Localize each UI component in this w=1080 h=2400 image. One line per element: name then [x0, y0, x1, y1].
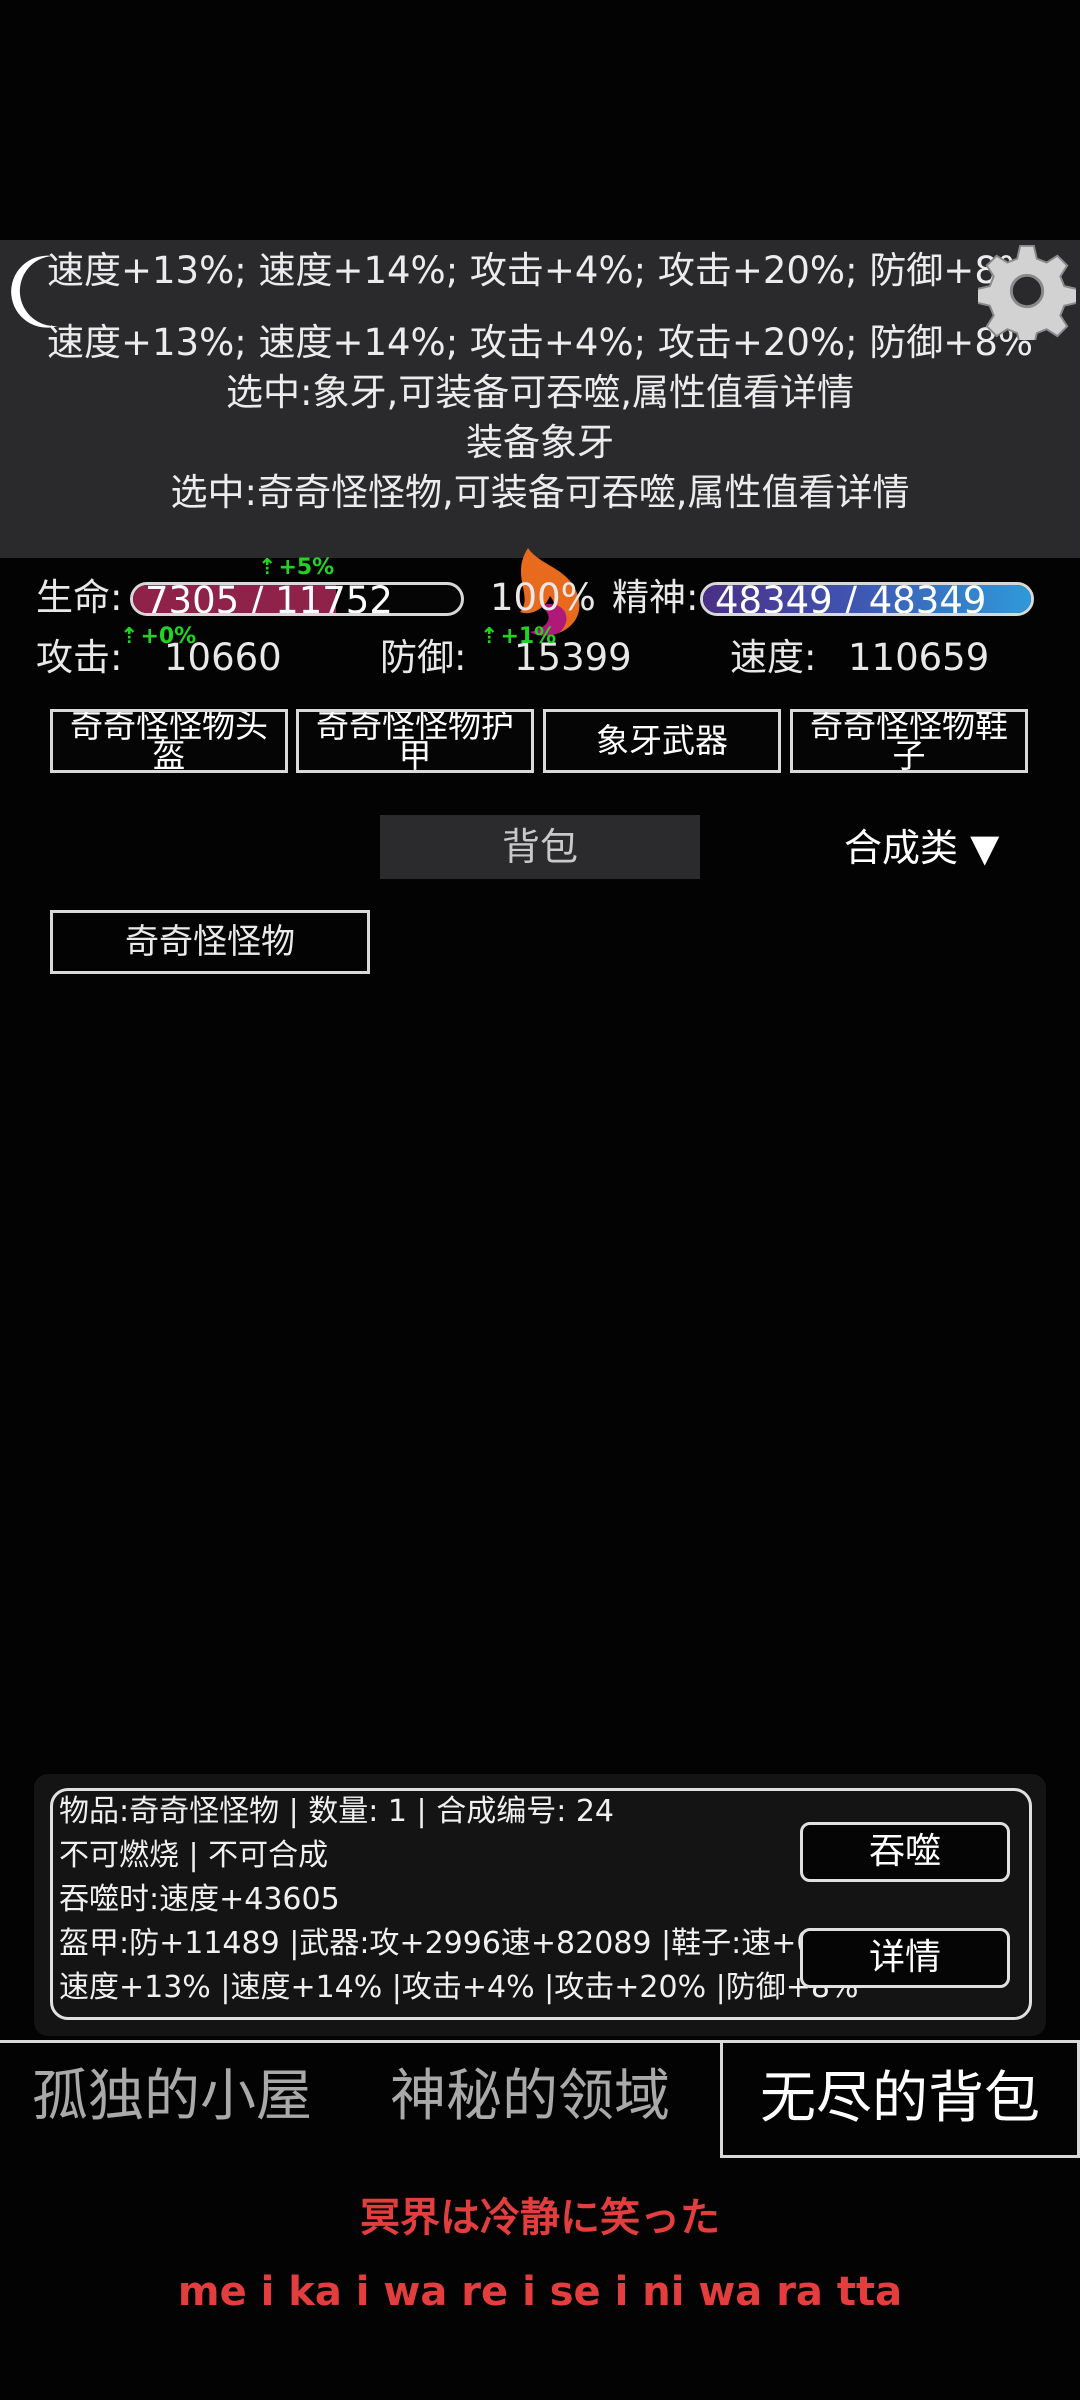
details-button[interactable]: 详情 [800, 1928, 1010, 1988]
log-line: 装备象牙 [466, 421, 614, 464]
def-label: 防御: [380, 636, 467, 679]
def-buff: ⇡+1% [480, 624, 557, 649]
log-line: 速度+13%; 速度+14%; 攻击+4%; 攻击+20%; 防御+8% [46, 249, 1034, 292]
log-line: 选中:奇奇怪怪物,可装备可吞噬,属性值看详情 [170, 471, 910, 514]
hp-bar: 7305 / 11752 [130, 582, 464, 616]
tab-endless-bag[interactable]: 无尽的背包 [720, 2040, 1080, 2158]
gear-icon[interactable] [978, 242, 1076, 340]
equip-slot-weapon[interactable]: 象牙武器 [543, 709, 781, 773]
subtitle-japanese: 冥界は冷静に笑った [360, 2195, 720, 2241]
filter-dropdown[interactable]: 合成类 ▼ [844, 818, 999, 878]
arrow-up-icon: ⇡ [258, 555, 277, 580]
tab-lonely-hut[interactable]: 孤独的小屋 [32, 2062, 312, 2132]
subtitle-romaji: me i ka i wa re i se i ni wa ra tta [177, 2269, 903, 2315]
mp-value: 48349 / 48349 [715, 582, 987, 616]
detail-line: 吞噬时:速度+43605 [59, 1882, 340, 1917]
bag-item[interactable]: 奇奇怪怪物 [50, 910, 370, 974]
equip-slot-armor[interactable]: 奇奇怪怪物护甲 [296, 709, 534, 773]
detail-line: 盔甲:防+11489 |武器:攻+2996速+82089 |鞋子:速+0 [59, 1926, 816, 1961]
moon-icon[interactable] [8, 252, 66, 330]
bag-tab[interactable]: 背包 [380, 815, 700, 879]
detail-line: 速度+13% |速度+14% |攻击+4% |攻击+20% |防御+8% [59, 1970, 859, 2005]
log-line: 速度+13%; 速度+14%; 攻击+4%; 攻击+20%; 防御+8% [46, 321, 1034, 364]
devour-button[interactable]: 吞噬 [800, 1822, 1010, 1882]
spd-label: 速度: [730, 636, 817, 679]
arrow-up-icon: ⇡ [480, 624, 499, 649]
atk-label: 攻击: [36, 636, 123, 679]
game-screen: 速度+13%; 速度+14%; 攻击+4%; 攻击+20%; 防御+8% 速度+… [0, 0, 1080, 2400]
hp-buff: ⇡+5% [258, 555, 335, 580]
atk-buff: ⇡+0% [120, 624, 197, 649]
hp-value: 7305 / 11752 [145, 582, 393, 616]
percent-readout: 100% [490, 576, 596, 619]
hp-label: 生命: [36, 576, 123, 619]
tab-divider [0, 2040, 722, 2043]
mp-bar: 48349 / 48349 [700, 582, 1034, 616]
log-line: 选中:象牙,可装备可吞噬,属性值看详情 [226, 371, 854, 414]
equip-slot-shoes[interactable]: 奇奇怪怪物鞋子 [790, 709, 1028, 773]
spd-value: 110659 [848, 636, 990, 679]
equip-slot-helmet[interactable]: 奇奇怪怪物头盔 [50, 709, 288, 773]
detail-line: 不可燃烧 | 不可合成 [59, 1838, 329, 1873]
tab-mysterious-realm[interactable]: 神秘的领域 [390, 2062, 670, 2132]
detail-line: 物品:奇奇怪怪物 | 数量: 1 | 合成编号: 24 [59, 1794, 615, 1829]
mp-label: 精神: [612, 576, 699, 619]
arrow-up-icon: ⇡ [120, 624, 139, 649]
